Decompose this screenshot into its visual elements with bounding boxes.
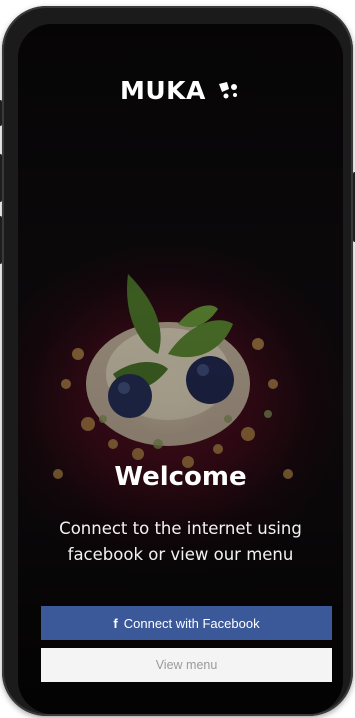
- connect-facebook-button[interactable]: f Connect with Facebook: [41, 606, 332, 640]
- brand-name: MUKA: [119, 76, 206, 105]
- phone-frame: MUKA Welcome Connect to the internet usi…: [0, 6, 355, 716]
- view-menu-button[interactable]: View menu: [41, 648, 332, 682]
- app-screen: MUKA Welcome Connect to the internet usi…: [18, 24, 343, 714]
- phone-volume-up: [0, 154, 2, 202]
- brand-logo: MUKA: [18, 76, 343, 105]
- welcome-title: Welcome: [114, 462, 247, 492]
- welcome-subtitle: Connect to the internet using facebook o…: [59, 519, 302, 564]
- facebook-f-icon: f: [113, 615, 118, 631]
- view-menu-label: View menu: [155, 658, 218, 672]
- connect-facebook-label: Connect with Facebook: [123, 615, 260, 631]
- phone-silent-switch: [0, 100, 2, 126]
- paw-drop-icon: [215, 77, 241, 99]
- phone-volume-down: [0, 216, 2, 264]
